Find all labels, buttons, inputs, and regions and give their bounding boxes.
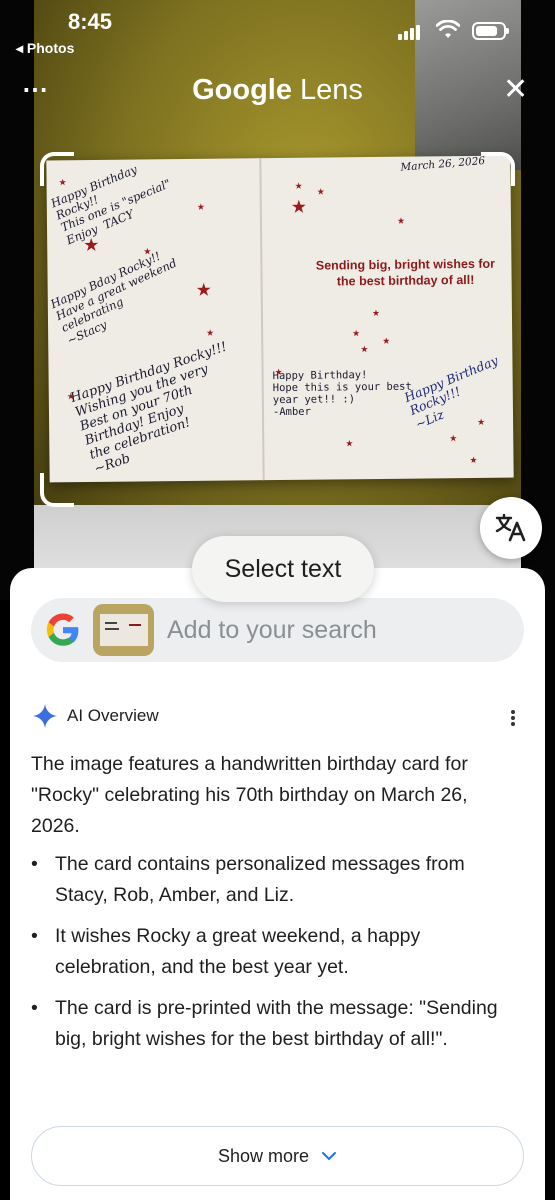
card-star: ★ <box>360 344 369 355</box>
card-message-stacy: Happy Bday Rocky!! Have a great weekend … <box>48 248 179 348</box>
card-star: ★ <box>316 186 325 197</box>
close-icon[interactable]: ✕ <box>503 72 528 107</box>
card-star: ★ <box>290 196 308 217</box>
card-star: ★ <box>477 416 486 427</box>
card-star: ★ <box>143 246 152 257</box>
google-logo-icon <box>46 613 79 646</box>
app-title: Google Lens <box>0 74 555 107</box>
status-time: 8:45 <box>68 9 113 34</box>
card-star: ★ <box>196 201 205 212</box>
card-star: ★ <box>83 234 100 256</box>
status-bar: 8:45 ◂ Photos <box>0 0 555 60</box>
birthday-card: Happy Birthday Rocky!! This one is "spec… <box>46 154 514 483</box>
search-input[interactable]: Add to your search <box>31 598 524 662</box>
card-star: ★ <box>195 279 212 300</box>
card-star: ★ <box>294 180 303 191</box>
card-star: ★ <box>206 327 215 338</box>
list-item: The card is pre-printed with the message… <box>31 993 521 1055</box>
card-star: ★ <box>371 307 381 319</box>
ai-overview-header: AI Overview <box>33 703 159 729</box>
search-image-thumbnail[interactable] <box>93 604 154 656</box>
cellular-signal-icon <box>398 24 422 40</box>
show-more-button[interactable]: Show more <box>31 1126 524 1186</box>
show-more-label: Show more <box>217 1145 310 1166</box>
ai-overview-summary: The image features a handwritten birthda… <box>31 753 468 837</box>
wifi-icon <box>436 20 460 38</box>
card-star: ★ <box>352 328 361 339</box>
gemini-sparkle-icon <box>33 704 57 728</box>
card-star: ★ <box>345 438 354 449</box>
battery-level <box>476 26 497 36</box>
card-date: March 26, 2026 <box>400 154 486 174</box>
translate-icon <box>495 514 526 542</box>
select-text-button[interactable]: Select text <box>192 536 374 602</box>
card-printed-message: Sending big, bright wishes for the best … <box>315 256 496 289</box>
crop-handle-bottom-left[interactable] <box>40 473 74 507</box>
card-star: ★ <box>274 366 283 378</box>
back-to-photos-link[interactable]: ◂ Photos <box>16 40 74 57</box>
chevron-down-icon <box>322 1152 337 1160</box>
search-placeholder: Add to your search <box>167 616 377 644</box>
card-star: ★ <box>66 391 75 402</box>
translate-button[interactable] <box>480 497 542 559</box>
card-message-amber: Happy Birthday! Hope this is your best y… <box>272 369 412 419</box>
ai-overview-menu-icon[interactable] <box>503 704 523 730</box>
card-message-liz: Happy Birthday Rocky!!! ~Liz <box>401 352 501 432</box>
crop-handle-top-right[interactable] <box>481 152 515 186</box>
app-title-brand: Google <box>192 74 292 106</box>
thumbnail-card <box>100 614 148 646</box>
ai-overview-label: AI Overview <box>67 706 159 725</box>
lens-header: ⋯ Google Lens ✕ <box>0 66 555 116</box>
app-title-product: Lens <box>300 74 363 106</box>
battery-icon <box>472 22 509 40</box>
card-star: ★ <box>382 335 391 346</box>
list-item: It wishes Rocky a great weekend, a happy… <box>31 921 521 983</box>
ai-overview-bullets: The card contains personalized messages … <box>31 849 521 1065</box>
list-item: The card contains personalized messages … <box>31 849 521 911</box>
crop-handle-top-left[interactable] <box>40 152 74 186</box>
card-fold <box>259 158 265 481</box>
card-star: ★ <box>449 433 458 444</box>
card-star: ★ <box>396 215 406 226</box>
card-message-rob: Happy Birthday Rocky!!! Wishing you the … <box>68 339 229 477</box>
card-star: ★ <box>469 454 478 466</box>
